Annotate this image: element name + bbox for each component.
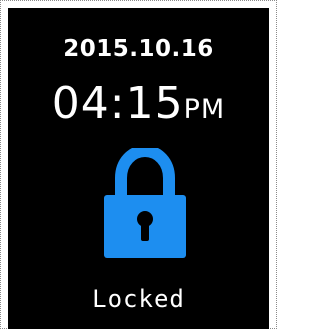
ampm-label: PM — [183, 94, 226, 125]
time-label: 04:15 — [51, 78, 184, 129]
clock: 04:15PM — [8, 80, 269, 137]
lock-status: Locked — [92, 285, 185, 313]
date-label: 2015.10.16 — [63, 36, 214, 62]
lock-screen: 2015.10.16 04:15PM Locked — [8, 8, 269, 329]
padlock-icon — [104, 148, 186, 258]
